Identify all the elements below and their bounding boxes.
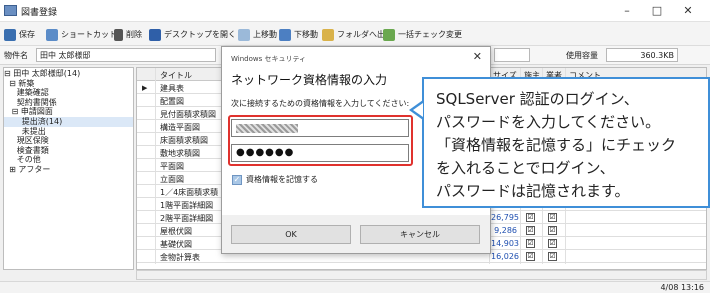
redacted-username (236, 124, 298, 133)
open-desktop-label: デスクトップを開く (164, 30, 236, 39)
cell-title: 立面図 (160, 175, 184, 184)
tree-item[interactable]: ⊟ 新築 (4, 79, 133, 89)
tree-item[interactable]: ⊟ 申請図面 (4, 107, 133, 117)
title-bar: 図書登録 – □ ✕ (0, 0, 710, 22)
username-field[interactable] (231, 119, 409, 137)
callout-pointer-fill (413, 103, 423, 117)
trash-icon (114, 28, 123, 41)
tree-item[interactable]: 現区保険 (4, 136, 133, 146)
cell-title: 1／4床面積求積 (160, 188, 219, 197)
cell-title: 構造平面図 (160, 123, 200, 132)
applicant-checkbox[interactable]: ☑ (526, 239, 535, 248)
password-mask: ●●●●●● (236, 147, 295, 158)
tree-item[interactable]: 建築確認 (4, 88, 133, 98)
window-title: 図書登録 (21, 8, 58, 18)
remember-label: 資格情報を記憶する (246, 175, 318, 184)
callout-line: SQLServer 認証のログイン、 (436, 90, 639, 108)
usage-value: 360.3KB (606, 48, 678, 62)
usage-label: 使用容量 (566, 51, 598, 60)
tree-item[interactable]: 検査書類 (4, 146, 133, 156)
status-time: 4/08 13:16 (660, 283, 704, 292)
move-up-button[interactable]: 上移動 (238, 27, 277, 42)
horizontal-scrollbar[interactable] (136, 270, 707, 280)
cell-title: 1階平面詳細図 (160, 201, 214, 210)
cell-title: 平面図 (160, 162, 184, 171)
property-field[interactable]: 田中 太郎様邸 (36, 48, 216, 62)
cell-title: 金物計算表 (160, 253, 200, 262)
cell-title: 建具表 (160, 84, 184, 93)
tree-item[interactable]: 提出済(14) (4, 116, 133, 127)
property-label: 物件名 (4, 51, 28, 60)
applicant-checkbox[interactable]: ☑ (526, 226, 535, 235)
dialog-title: ネットワーク資格情報の入力 (231, 73, 388, 87)
shortcut-label: ショートカット (61, 30, 117, 39)
folder-tree[interactable]: ⊟ 田中 太郎様邸(14) ⊟ 新築 建築確認 契約書関係 ⊟ 申請図面 提出済… (3, 67, 134, 270)
tree-item[interactable]: その他 (4, 155, 133, 165)
contractor-checkbox[interactable]: ☑ (548, 239, 557, 248)
cancel-button[interactable]: キャンセル (360, 225, 480, 244)
shortcut-icon (46, 28, 58, 41)
app-icon (4, 5, 17, 16)
open-desktop-button[interactable]: デスクトップを開く (149, 27, 236, 42)
contractor-checkbox[interactable]: ☑ (548, 226, 557, 235)
row-selector-icon: ▶ (142, 84, 148, 92)
applicant-checkbox[interactable]: ☑ (526, 213, 535, 222)
bulk-check-button[interactable]: 一括チェック変更 (383, 27, 462, 42)
save-icon (4, 28, 16, 41)
tree-item[interactable]: 未提出 (4, 127, 133, 137)
instruction-callout: SQLServer 認証のログイン、 パスワードを入力してください。 「資格情報… (422, 77, 710, 208)
toolbar: 保存 ショートカット 削除 デスクトップを開く 上移動 下移動 フォルダへ出力 … (0, 22, 710, 46)
cell-title: 2階平面詳細図 (160, 214, 214, 223)
callout-line: パスワードは記憶されます。 (436, 182, 630, 200)
tree-item[interactable]: ⊟ 田中 太郎様邸(14) (4, 69, 133, 79)
arrow-down-icon (279, 28, 291, 41)
header-title[interactable]: タイトル (160, 70, 192, 81)
tree-item[interactable]: ⊞ アフター (4, 165, 133, 175)
move-down-label: 下移動 (294, 30, 318, 39)
usage-spacer (494, 48, 530, 62)
contractor-checkbox[interactable]: ☑ (548, 252, 557, 261)
applicant-checkbox[interactable]: ☑ (526, 252, 535, 261)
cell-size: 14,903 (491, 239, 519, 248)
tree-item[interactable]: 契約書関係 (4, 98, 133, 108)
cell-title: 敷地求積図 (160, 149, 200, 158)
minimize-button[interactable]: – (612, 2, 642, 20)
bulk-check-icon (383, 28, 395, 41)
cell-title: 見付面積求積図 (160, 110, 216, 119)
folder-export-icon (322, 28, 334, 41)
contractor-checkbox[interactable]: ☑ (548, 213, 557, 222)
dialog-button-bar: OK キャンセル (222, 215, 490, 253)
dialog-description: 次に接続するための資格情報を入力してください: (231, 99, 410, 108)
callout-line: 「資格情報を記憶する」にチェック (436, 136, 677, 154)
save-button[interactable]: 保存 (4, 27, 35, 42)
cell-title: 配置図 (160, 97, 184, 106)
save-label: 保存 (19, 30, 35, 39)
desktop-icon (149, 28, 161, 41)
move-up-label: 上移動 (253, 30, 277, 39)
cell-size: 16,026 (491, 252, 519, 261)
cell-size: 9,286 (494, 226, 517, 235)
move-down-button[interactable]: 下移動 (279, 27, 318, 42)
dialog-system-label: Windows セキュリティ (231, 55, 307, 63)
dialog-close-icon[interactable]: ✕ (473, 50, 482, 63)
arrow-up-icon (238, 28, 250, 41)
shortcut-button[interactable]: ショートカット (46, 27, 117, 42)
ok-button[interactable]: OK (231, 225, 351, 244)
callout-line: パスワードを入力してください。 (436, 113, 661, 131)
cell-title: 基礎伏図 (160, 240, 192, 249)
close-button[interactable]: ✕ (673, 2, 703, 20)
cell-title: 床面積求積図 (160, 136, 208, 145)
delete-label: 削除 (126, 30, 142, 39)
status-bar: 4/08 13:16 (0, 281, 710, 293)
bulk-check-label: 一括チェック変更 (398, 30, 462, 39)
remember-checkbox-icon[interactable]: ✓ (232, 174, 242, 185)
maximize-button[interactable]: □ (642, 2, 672, 20)
remember-credentials[interactable]: ✓ 資格情報を記憶する (232, 174, 318, 185)
callout-line: を入れることでログイン、 (436, 159, 615, 177)
cell-title: 屋根伏図 (160, 227, 192, 236)
cell-size: 26,795 (491, 213, 519, 222)
delete-button[interactable]: 削除 (114, 27, 142, 42)
password-field[interactable]: ●●●●●● (231, 144, 409, 162)
